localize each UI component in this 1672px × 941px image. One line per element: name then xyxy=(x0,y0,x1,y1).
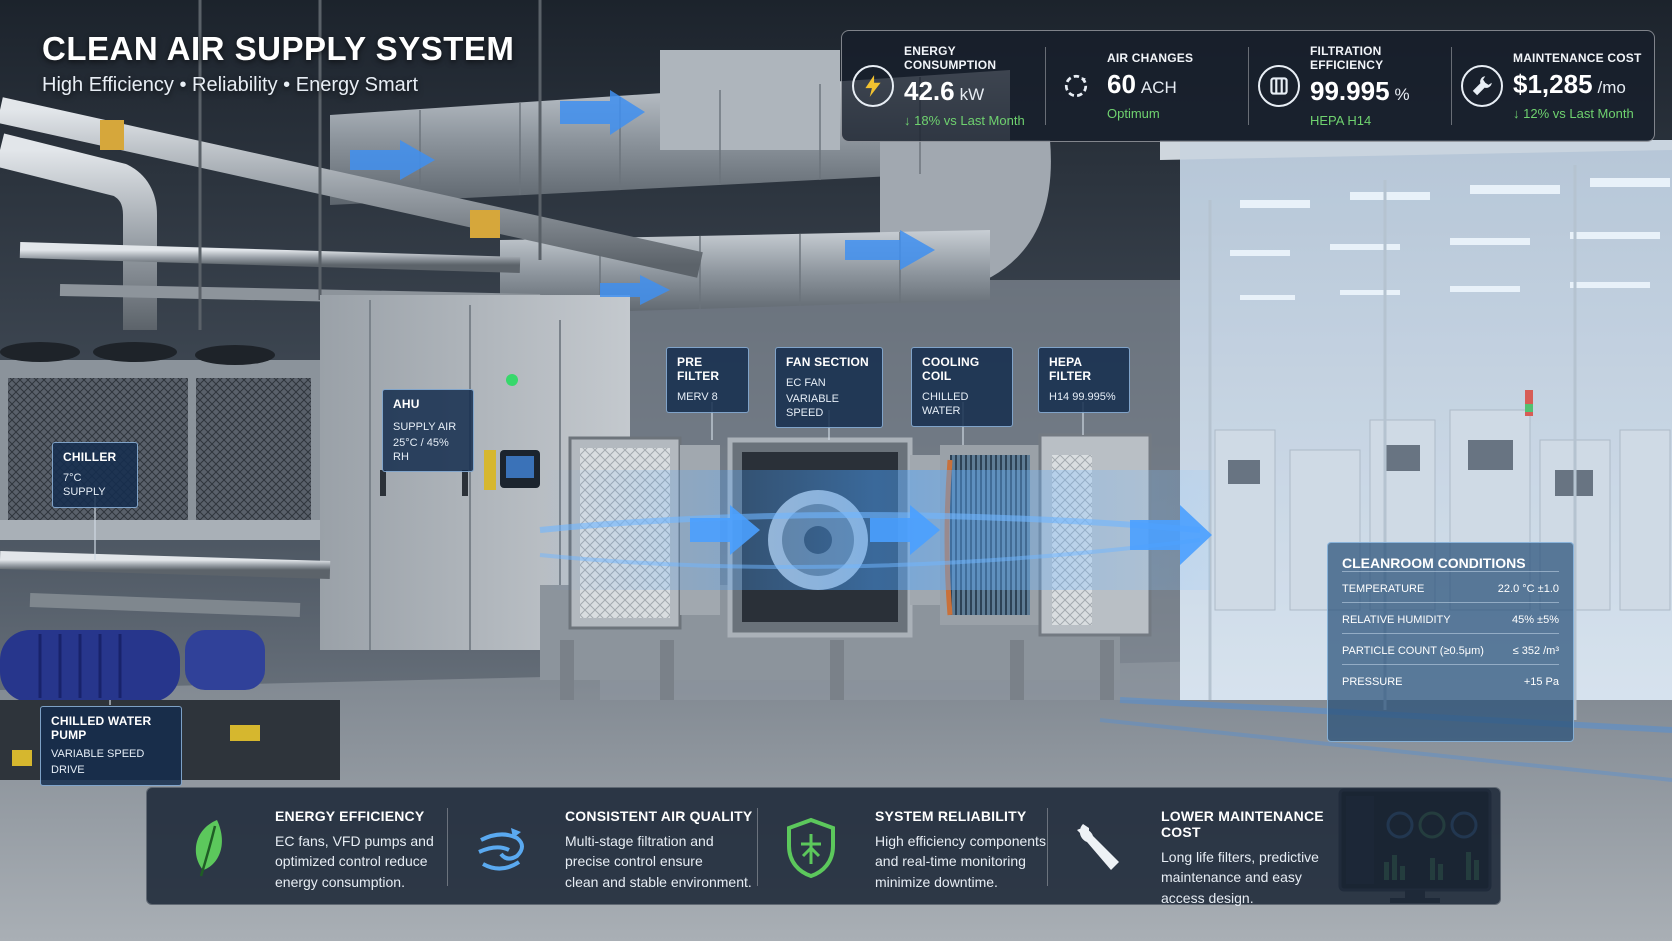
callout-cooling-coil: COOLING COIL CHILLED WATER xyxy=(911,347,1013,427)
divider xyxy=(757,808,758,886)
callout-sub: EC FAN xyxy=(786,377,826,389)
kpi-unit: ACH xyxy=(1140,78,1177,97)
callout-ahu: AHU SUPPLY AIR 25°C / 45% RH xyxy=(382,389,474,473)
kpi-label: AIR CHANGES xyxy=(1107,51,1194,65)
kpi-note: ↓ 12% vs Last Month xyxy=(1513,106,1634,121)
callout-sub: VARIABLE SPEED xyxy=(786,392,839,419)
divider xyxy=(1047,808,1048,886)
callout-title: CHILLED WATER PUMP xyxy=(51,714,152,742)
title-block: CLEAN AIR SUPPLY SYSTEM High Efficiency … xyxy=(42,30,514,97)
condition-value: 22.0 °C ±1.0 xyxy=(1497,583,1559,595)
kpi-value: 99.995 xyxy=(1310,76,1390,106)
kpi-label: ENERGY CONSUMPTION xyxy=(904,44,997,72)
kpi-note: HEPA H14 xyxy=(1310,113,1372,128)
filter-icon xyxy=(1258,65,1300,107)
callout-hepa-filter: HEPA FILTER H14 99.995% xyxy=(1038,347,1130,413)
benefit-line: energy consumption. xyxy=(275,873,405,890)
page-subtitle: High Efficiency • Reliability • Energy S… xyxy=(42,74,418,96)
benefit-title: LOWER MAINTENANCE COST xyxy=(1161,808,1324,840)
callout-chilled-water-pump: CHILLED WATER PUMP VARIABLE SPEED DRIVE xyxy=(40,706,182,786)
callout-sub: DRIVE xyxy=(51,763,85,776)
condition-label: RELATIVE HUMIDITY xyxy=(1342,614,1451,626)
condition-value: ≤ 352 /m³ xyxy=(1512,645,1559,657)
callout-sub: MERV 8 xyxy=(677,391,718,403)
cleanroom-row: RELATIVE HUMIDITY 45% ±5% xyxy=(1342,602,1559,633)
callout-title: FAN SECTION xyxy=(786,355,869,369)
kpi-label: MAINTENANCE COST xyxy=(1513,51,1642,65)
cleanroom-row: PARTICLE COUNT (≥0.5μm) ≤ 352 /m³ xyxy=(1342,633,1559,664)
cleanroom-conditions-panel: CLEANROOM CONDITIONS TEMPERATURE 22.0 °C… xyxy=(1327,542,1574,742)
kpi-energy-consumption: ENERGY CONSUMPTION 42.6 kW ↓ 18% vs Last… xyxy=(842,31,1045,141)
benefit-line: and real-time monitoring xyxy=(875,853,1026,870)
benefit-description: Multi-stage filtration and precise contr… xyxy=(565,831,785,892)
air-swirl-icon xyxy=(478,828,524,871)
benefit-line: access design. xyxy=(1161,889,1254,906)
benefit-title: ENERGY EFFICIENCY xyxy=(275,808,425,824)
kpi-note: ↓ 18% vs Last Month xyxy=(904,113,1025,128)
kpi-unit: kW xyxy=(959,85,985,104)
kpi-unit: /mo xyxy=(1597,78,1626,97)
benefit-line: optimized control reduce xyxy=(275,853,428,870)
callout-title: HEPA FILTER xyxy=(1049,355,1092,383)
benefit-description: High efficiency components and real-time… xyxy=(875,831,1095,892)
condition-label: TEMPERATURE xyxy=(1342,583,1425,595)
leaf-icon xyxy=(195,820,222,877)
kpi-filtration-efficiency: FILTRATION EFFICIENCY 99.995 % HEPA H14 xyxy=(1248,31,1451,141)
kpi-unit: % xyxy=(1394,85,1410,104)
kpi-air-changes: AIR CHANGES 60 ACH Optimum xyxy=(1045,31,1248,141)
condition-label: PRESSURE xyxy=(1342,676,1403,688)
cleanroom-row: PRESSURE +15 Pa xyxy=(1342,664,1559,695)
benefit-description: Long life filters, predictive maintenanc… xyxy=(1161,847,1361,908)
callout-title: CHILLER xyxy=(63,450,117,464)
page-title: CLEAN AIR SUPPLY SYSTEM xyxy=(42,30,515,67)
kpi-value: 60 xyxy=(1107,69,1136,99)
wrench-icon xyxy=(1077,824,1119,870)
kpi-maintenance-cost: MAINTENANCE COST $1,285 /mo ↓ 12% vs Las… xyxy=(1451,31,1654,141)
benefit-line: maintenance and easy xyxy=(1161,869,1302,886)
callout-pre-filter: PRE FILTER MERV 8 xyxy=(666,347,749,413)
benefits-bar: ENERGY EFFICIENCY EC fans, VFD pumps and… xyxy=(146,787,1501,908)
callout-sub: 25°C / 45% RH xyxy=(393,436,449,463)
air-changes-icon xyxy=(1055,65,1097,107)
benefit-line: precise control ensure xyxy=(565,853,703,870)
cleanroom-title: CLEANROOM CONDITIONS xyxy=(1342,555,1526,571)
callout-title: PRE FILTER xyxy=(677,355,720,383)
callout-title: COOLING COIL xyxy=(922,355,980,383)
benefit-title: SYSTEM RELIABILITY xyxy=(875,808,1027,824)
benefit-line: High efficiency components xyxy=(875,833,1046,849)
benefit-line: Long life filters, predictive xyxy=(1161,849,1319,865)
kpi-value: $1,285 xyxy=(1513,69,1593,99)
benefit-description: EC fans, VFD pumps and optimized control… xyxy=(275,831,495,892)
lightning-icon xyxy=(852,65,894,107)
wrench-icon xyxy=(1461,65,1503,107)
kpi-note: Optimum xyxy=(1107,106,1160,121)
benefit-line: minimize downtime. xyxy=(875,873,998,890)
callout-sub: CHILLED WATER xyxy=(922,391,969,417)
benefit-line: Multi-stage filtration and xyxy=(565,833,714,849)
condition-value: 45% ±5% xyxy=(1511,614,1559,626)
callout-title: AHU xyxy=(393,397,420,411)
benefit-line: EC fans, VFD pumps and xyxy=(275,833,434,849)
kpi-bar: ENERGY CONSUMPTION 42.6 kW ↓ 18% vs Last… xyxy=(841,30,1655,142)
callout-chiller: CHILLER 7°C SUPPLY xyxy=(52,442,138,508)
callout-sub: H14 99.995% xyxy=(1049,391,1116,403)
cleanroom-row: TEMPERATURE 22.0 °C ±1.0 xyxy=(1342,571,1559,602)
callout-sub: 7°C SUPPLY xyxy=(63,472,106,498)
shield-icon xyxy=(787,817,835,879)
callout-fan-section: FAN SECTION EC FAN VARIABLE SPEED xyxy=(775,347,883,429)
condition-label: PARTICLE COUNT (≥0.5μm) xyxy=(1342,645,1484,657)
benefit-line: clean and stable environment. xyxy=(565,873,752,890)
divider xyxy=(447,808,448,886)
benefit-title: CONSISTENT AIR QUALITY xyxy=(565,808,753,824)
callout-sub: SUPPLY AIR xyxy=(393,421,457,433)
condition-value: +15 Pa xyxy=(1523,676,1559,688)
kpi-label: FILTRATION EFFICIENCY xyxy=(1310,44,1384,72)
callout-sub: VARIABLE SPEED xyxy=(51,748,145,760)
kpi-value: 42.6 xyxy=(904,76,955,106)
